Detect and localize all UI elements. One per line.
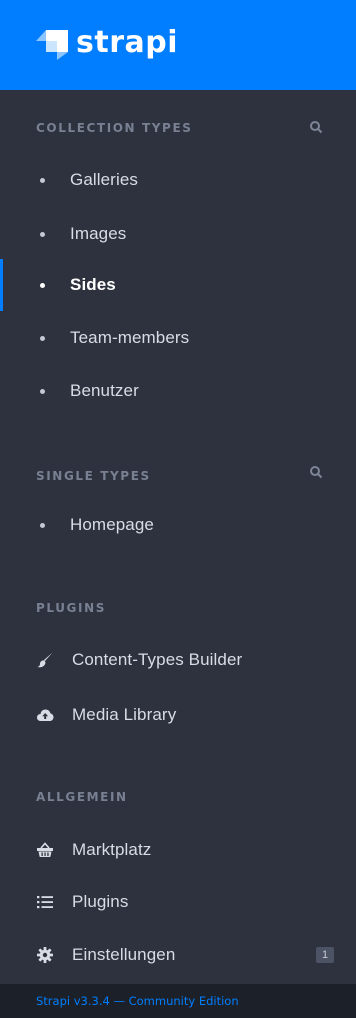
cloud-upload-icon	[36, 706, 54, 724]
basket-icon	[36, 841, 54, 859]
bullet-icon	[40, 335, 45, 341]
bullet-icon	[40, 388, 45, 394]
brand-name[interactable]: strapi	[76, 28, 178, 58]
bullet-icon	[40, 231, 45, 237]
search-icon[interactable]	[309, 465, 323, 479]
version-text[interactable]: Strapi v3.3.4 — Community Edition	[36, 994, 239, 1008]
bullet-icon	[40, 282, 45, 288]
sidebar-item-marktplatz[interactable]: Marktplatz	[0, 830, 356, 870]
section-title-general: ALLGEMEIN	[36, 790, 128, 804]
sidebar-item-homepage[interactable]: Homepage	[0, 505, 356, 545]
sidebar-item-images[interactable]: Images	[0, 214, 356, 254]
sidebar-item-label: Marktplatz	[72, 840, 152, 859]
sidebar-item-galleries[interactable]: Galleries	[0, 160, 356, 200]
sidebar-item-plugins[interactable]: Plugins	[0, 882, 356, 922]
sidebar-item-sides[interactable]: Sides	[0, 265, 356, 305]
sidebar-item-label: Benutzer	[70, 381, 139, 400]
sidebar-header: strapi	[0, 0, 356, 90]
notification-badge: 1	[316, 947, 334, 963]
sidebar-item-einstellungen[interactable]: Einstellungen 1	[0, 935, 356, 975]
sidebar-item-content-types-builder[interactable]: Content-Types Builder	[0, 640, 356, 680]
sidebar-item-label: Einstellungen	[72, 945, 176, 964]
sidebar-item-benutzer[interactable]: Benutzer	[0, 371, 356, 411]
bullet-icon	[40, 177, 45, 183]
bullet-icon	[40, 522, 45, 528]
search-icon[interactable]	[309, 120, 323, 134]
sidebar-item-team-members[interactable]: Team-members	[0, 318, 356, 358]
sidebar-item-label: Plugins	[72, 892, 129, 911]
paint-brush-icon	[36, 651, 54, 669]
sidebar-item-label: Content-Types Builder	[72, 650, 243, 669]
list-icon	[36, 893, 54, 911]
section-title-plugins: PLUGINS	[36, 601, 106, 615]
strapi-logo-icon	[36, 30, 68, 60]
sidebar-item-label: Team-members	[70, 328, 190, 347]
sidebar-item-label: Homepage	[70, 515, 154, 534]
sidebar: strapi COLLECTION TYPES Galleries Images…	[0, 0, 356, 1018]
gear-icon	[36, 946, 54, 964]
version-footer: Strapi v3.3.4 — Community Edition	[0, 984, 356, 1018]
sidebar-item-label: Galleries	[70, 170, 138, 189]
sidebar-item-media-library[interactable]: Media Library	[0, 695, 356, 735]
sidebar-item-label: Images	[70, 224, 127, 243]
section-title-collection-types: COLLECTION TYPES	[36, 121, 193, 135]
section-title-single-types: SINGLE TYPES	[36, 469, 151, 483]
sidebar-item-label: Media Library	[72, 705, 177, 724]
sidebar-item-label: Sides	[70, 275, 116, 294]
